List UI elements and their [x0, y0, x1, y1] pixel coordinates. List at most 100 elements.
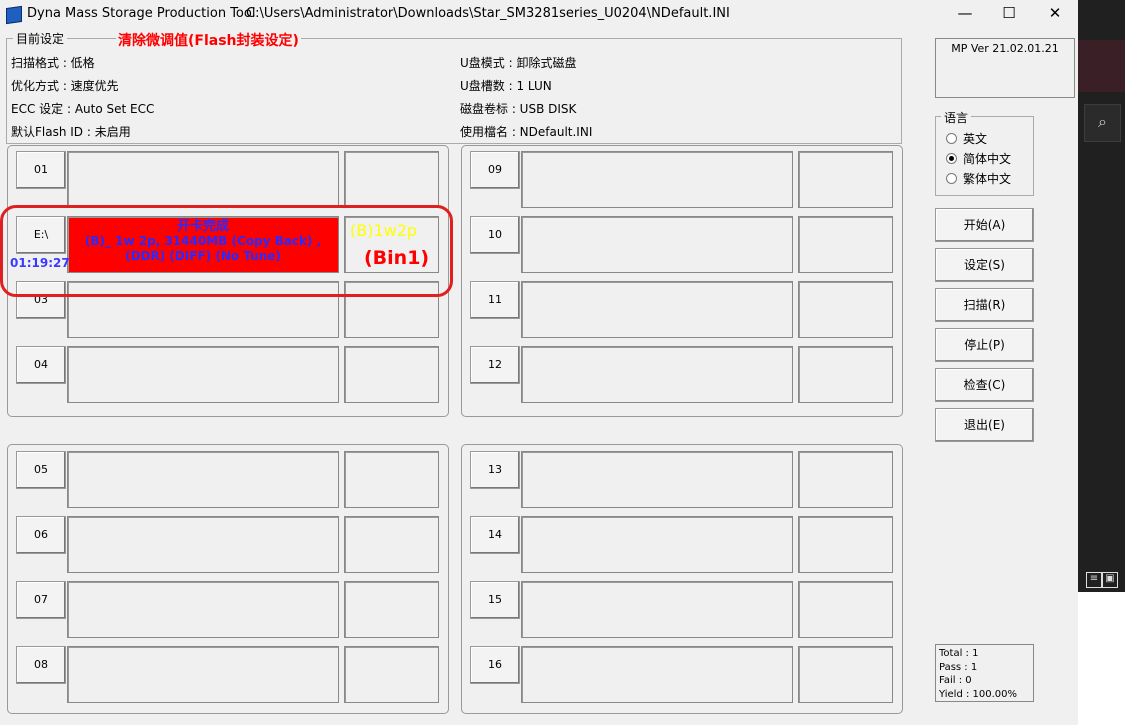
- port-bin-04: [344, 346, 439, 403]
- port-info-10: [521, 216, 793, 273]
- port-button-01[interactable]: 01: [16, 151, 66, 189]
- port-button-12[interactable]: 12: [470, 346, 520, 384]
- port-button-09[interactable]: 09: [470, 151, 520, 189]
- app-icon: [6, 5, 22, 25]
- port-bin-13: [798, 451, 893, 508]
- port-info-08: [67, 646, 339, 703]
- setting-lun: U盘槽数 : 1 LUN: [460, 79, 552, 93]
- port-button-13[interactable]: 13: [470, 451, 520, 489]
- language-option-english[interactable]: 英文: [946, 130, 987, 147]
- port-info-09: [521, 151, 793, 208]
- port-button-10[interactable]: 10: [470, 216, 520, 254]
- port-bin-09: [798, 151, 893, 208]
- setting-optimize: 优化方式 : 速度优先: [11, 79, 119, 93]
- exit-button[interactable]: 退出(E): [935, 408, 1034, 442]
- start-button[interactable]: 开始(A): [935, 208, 1034, 242]
- port-bin-11: [798, 281, 893, 338]
- port-button-03[interactable]: 03: [16, 281, 66, 319]
- port-info-04: [67, 346, 339, 403]
- port-button-11[interactable]: 11: [470, 281, 520, 319]
- port-bin-07: [344, 581, 439, 638]
- port-info-e: 开卡完成 (B)_ 1w 2p, 31440MB (Copy Back) , (…: [67, 216, 339, 273]
- port-info-07: [67, 581, 339, 638]
- stats-box: Total : 1 Pass : 1 Fail : 0 Yield : 100.…: [935, 644, 1034, 702]
- tile-view-icon[interactable]: ▣: [1102, 572, 1118, 588]
- port-button-05[interactable]: 05: [16, 451, 66, 489]
- window-title: Dyna Mass Storage Production Tool: [27, 6, 256, 21]
- port-bin-08: [344, 646, 439, 703]
- language-option-simplified[interactable]: 简体中文: [946, 150, 1011, 167]
- port-button-04[interactable]: 04: [16, 346, 66, 384]
- current-settings-group: 目前设定 扫描格式 : 低格 优化方式 : 速度优先 ECC 设定 : Auto…: [6, 30, 902, 144]
- port-info-13: [521, 451, 793, 508]
- check-button[interactable]: 检查(C): [935, 368, 1034, 402]
- port-button-e[interactable]: E:\: [16, 216, 66, 254]
- slot-detail-2: (DDR) (DIFF) (No Tune): [125, 249, 281, 263]
- port-bin-12: [798, 346, 893, 403]
- radio-simplified[interactable]: [946, 153, 957, 164]
- port-bin-05: [344, 451, 439, 508]
- language-label-english: 英文: [963, 132, 988, 146]
- language-label-traditional: 繁体中文: [963, 172, 1012, 186]
- port-info-06: [67, 516, 339, 573]
- main-window: Dyna Mass Storage Production Tool C:\Use…: [0, 0, 1078, 725]
- port-info-16: [521, 646, 793, 703]
- port-button-14[interactable]: 14: [470, 516, 520, 554]
- port-bin-06: [344, 516, 439, 573]
- setting-scan-format: 扫描格式 : 低格: [11, 56, 95, 70]
- language-legend: 语言: [941, 109, 972, 126]
- close-button[interactable]: ✕: [1032, 0, 1078, 28]
- maximize-button[interactable]: ☐: [986, 0, 1032, 28]
- minimize-button[interactable]: —: [942, 0, 988, 28]
- stat-yield: Yield : 100.00%: [939, 688, 1018, 700]
- port-button-15[interactable]: 15: [470, 581, 520, 619]
- scan-button[interactable]: 扫描(R): [935, 288, 1034, 322]
- stat-pass: Pass : 1: [939, 661, 978, 673]
- slot-bin-code: (B)1w2p: [350, 221, 418, 240]
- port-button-06[interactable]: 06: [16, 516, 66, 554]
- port-info-01: [67, 151, 339, 208]
- slot-detail-1: (B)_ 1w 2p, 31440MB (Copy Back) ,: [84, 234, 322, 248]
- background-red-strip: [1078, 40, 1125, 92]
- stat-fail: Fail : 0: [939, 675, 972, 686]
- port-bin-16: [798, 646, 893, 703]
- settings-button[interactable]: 设定(S): [935, 248, 1034, 282]
- slot-timer: 01:19:27: [10, 256, 70, 270]
- search-icon[interactable]: ⌕: [1084, 104, 1121, 142]
- language-option-traditional[interactable]: 繁体中文: [946, 170, 1011, 187]
- slot-status: 开卡完成: [176, 219, 229, 234]
- port-button-16[interactable]: 16: [470, 646, 520, 684]
- language-label-simplified: 简体中文: [963, 152, 1012, 166]
- port-info-15: [521, 581, 793, 638]
- window-path: C:\Users\Administrator\Downloads\Star_SM…: [246, 6, 730, 21]
- list-view-icon[interactable]: ≡: [1086, 572, 1102, 588]
- port-bin-14: [798, 516, 893, 573]
- slot-bin-result: (Bin1): [364, 247, 430, 269]
- current-settings-legend: 目前设定: [13, 30, 68, 47]
- port-info-12: [521, 346, 793, 403]
- stop-button[interactable]: 停止(P): [935, 328, 1034, 362]
- background-white-strip: [1078, 592, 1125, 725]
- port-info-05: [67, 451, 339, 508]
- background-desktop: ⌕ ≡ ▣: [1078, 0, 1125, 725]
- setting-ecc: ECC 设定 : Auto Set ECC: [11, 102, 155, 116]
- setting-volume-label: 磁盘卷标 : USB DISK: [460, 102, 577, 116]
- port-bin-10: [798, 216, 893, 273]
- setting-flash-id: 默认Flash ID : 未启用: [11, 125, 131, 139]
- language-group: 语言 英文 简体中文 繁体中文: [935, 109, 1034, 196]
- port-bin-01: [344, 151, 439, 208]
- port-bin-03: [344, 281, 439, 338]
- stat-total: Total : 1: [939, 648, 979, 659]
- port-info-14: [521, 516, 793, 573]
- version-box: MP Ver 21.02.01.21: [935, 38, 1075, 98]
- radio-traditional[interactable]: [946, 173, 957, 184]
- setting-disk-mode: U盘模式 : 卸除式磁盘: [460, 56, 577, 70]
- port-info-03: [67, 281, 339, 338]
- radio-english[interactable]: [946, 133, 957, 144]
- port-bin-15: [798, 581, 893, 638]
- port-info-11: [521, 281, 793, 338]
- title-bar: Dyna Mass Storage Production Tool C:\Use…: [0, 0, 1078, 28]
- annotation-label: 清除微调值(Flash封装设定): [116, 30, 301, 50]
- port-button-07[interactable]: 07: [16, 581, 66, 619]
- port-button-08[interactable]: 08: [16, 646, 66, 684]
